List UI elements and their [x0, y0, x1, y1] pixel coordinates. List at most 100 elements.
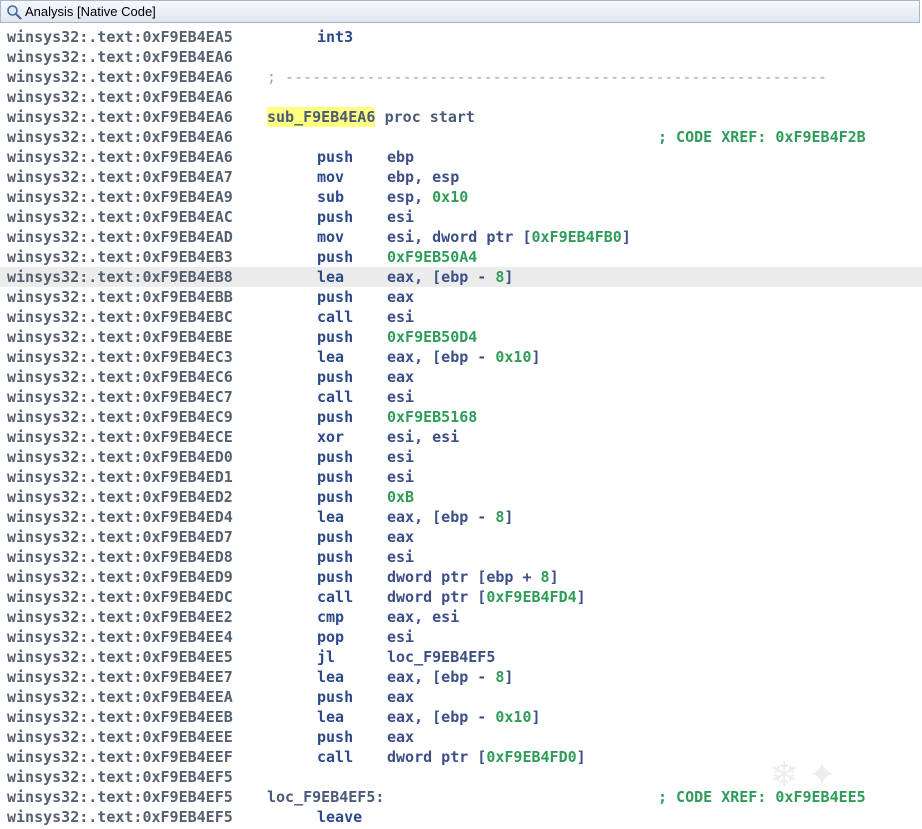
listing-row[interactable]: winsys32:.text:0xF9EB4EA5 int3	[0, 27, 922, 47]
listing-row[interactable]: winsys32:.text:0xF9EB4EC7 call esi	[0, 387, 922, 407]
listing-row[interactable]: winsys32:.text:0xF9EB4ED4 lea eax, [ebp - …	[0, 507, 922, 527]
operand-number[interactable]: 0xF9EB50D4	[387, 328, 477, 346]
instruction-mnemonic[interactable]: push	[317, 247, 353, 267]
operand-number[interactable]: 0xB	[387, 488, 414, 506]
instruction-operands[interactable]: esi	[387, 447, 414, 467]
row-address[interactable]: winsys32:.text:0xF9EB4EA6	[7, 47, 233, 67]
listing-row[interactable]: winsys32:.text:0xF9EB4EEB lea eax, [ebp - …	[0, 707, 922, 727]
instruction-mnemonic[interactable]: lea	[317, 707, 344, 727]
row-address[interactable]: winsys32:.text:0xF9EB4ED7	[7, 527, 233, 547]
instruction-mnemonic[interactable]: push	[317, 727, 353, 747]
instruction-mnemonic[interactable]: push	[317, 467, 353, 487]
instruction-mnemonic[interactable]: push	[317, 147, 353, 167]
listing-row[interactable]: winsys32:.text:0xF9EB4EDC call dword ptr […	[0, 587, 922, 607]
listing-row[interactable]: winsys32:.text:0xF9EB4EE4 pop esi	[0, 627, 922, 647]
instruction-mnemonic[interactable]: int3	[317, 27, 353, 47]
listing-row[interactable]: winsys32:.text:0xF9EB4EE5 jl loc_F9EB4EF5	[0, 647, 922, 667]
row-address[interactable]: winsys32:.text:0xF9EB4EC6	[7, 367, 233, 387]
row-address[interactable]: winsys32:.text:0xF9EB4EF5	[7, 787, 233, 807]
row-address[interactable]: winsys32:.text:0xF9EB4EF5	[7, 807, 233, 827]
operand-number[interactable]: 0xF9EB4FD0	[486, 748, 576, 766]
instruction-mnemonic[interactable]: sub	[317, 187, 344, 207]
code-label[interactable]: sub_F9EB4EA6	[267, 107, 376, 127]
listing-row[interactable]: winsys32:.text:0xF9EB4EA6	[0, 87, 922, 107]
disassembly-listing[interactable]: winsys32:.text:0xF9EB4EA5 int3 winsys32:.t…	[0, 27, 922, 829]
listing-row[interactable]: winsys32:.text:0xF9EB4EF5 leave	[0, 807, 922, 827]
listing-row[interactable]: winsys32:.text:0xF9EB4EEF call dword ptr […	[0, 747, 922, 767]
instruction-mnemonic[interactable]: leave	[317, 807, 362, 827]
instruction-operands[interactable]: esi	[387, 387, 414, 407]
listing-row[interactable]: winsys32:.text:0xF9EB4EE7 lea eax, [ebp - …	[0, 667, 922, 687]
instruction-operands[interactable]: eax, esi	[387, 607, 459, 627]
instruction-operands[interactable]: dword ptr [0xF9EB4FD0]	[387, 747, 586, 767]
instruction-mnemonic[interactable]: push	[317, 367, 353, 387]
row-address[interactable]: winsys32:.text:0xF9EB4EA6	[7, 87, 233, 107]
instruction-operands[interactable]: eax	[387, 527, 414, 547]
listing-row[interactable]: winsys32:.text:0xF9EB4EBC call esi	[0, 307, 922, 327]
operand-number[interactable]: 0x10	[495, 348, 531, 366]
instruction-operands[interactable]: eax, [ebp - 8]	[387, 667, 513, 687]
row-address[interactable]: winsys32:.text:0xF9EB4EEE	[7, 727, 233, 747]
instruction-mnemonic[interactable]: mov	[317, 167, 344, 187]
instruction-mnemonic[interactable]: push	[317, 567, 353, 587]
xref-comment[interactable]: ; CODE XREF: 0xF9EB4F2B	[658, 127, 866, 147]
listing-row[interactable]: winsys32:.text:0xF9EB4ED2 push 0xB	[0, 487, 922, 507]
row-address[interactable]: winsys32:.text:0xF9EB4EBC	[7, 307, 233, 327]
instruction-operands[interactable]: ebp	[387, 147, 414, 167]
instruction-mnemonic[interactable]: lea	[317, 267, 344, 287]
row-address[interactable]: winsys32:.text:0xF9EB4EAC	[7, 207, 233, 227]
operand-number[interactable]: 0x10	[495, 708, 531, 726]
listing-row[interactable]: winsys32:.text:0xF9EB4EBB push eax	[0, 287, 922, 307]
instruction-operands[interactable]: 0xF9EB5168	[387, 407, 477, 427]
instruction-mnemonic[interactable]: push	[317, 287, 353, 307]
listing-row[interactable]: winsys32:.text:0xF9EB4EB8 lea eax, [ebp - …	[0, 267, 922, 287]
instruction-mnemonic[interactable]: call	[317, 587, 353, 607]
instruction-operands[interactable]: esi	[387, 467, 414, 487]
instruction-operands[interactable]: eax	[387, 687, 414, 707]
instruction-operands[interactable]: dword ptr [ebp + 8]	[387, 567, 559, 587]
row-address[interactable]: winsys32:.text:0xF9EB4EA6	[7, 107, 233, 127]
listing-row[interactable]: winsys32:.text:0xF9EB4EF5	[0, 767, 922, 787]
row-address[interactable]: winsys32:.text:0xF9EB4ED8	[7, 547, 233, 567]
row-address[interactable]: winsys32:.text:0xF9EB4EA7	[7, 167, 233, 187]
instruction-operands[interactable]: esi, dword ptr [0xF9EB4FB0]	[387, 227, 631, 247]
instruction-mnemonic[interactable]: jl	[317, 647, 335, 667]
instruction-mnemonic[interactable]: push	[317, 487, 353, 507]
instruction-mnemonic[interactable]: cmp	[317, 607, 344, 627]
operand-number[interactable]: 0xF9EB5168	[387, 408, 477, 426]
instruction-operands[interactable]: 0xF9EB50D4	[387, 327, 477, 347]
listing-row[interactable]: winsys32:.text:0xF9EB4EA6 ; -------------…	[0, 67, 922, 87]
instruction-operands[interactable]: eax	[387, 727, 414, 747]
instruction-mnemonic[interactable]: lea	[317, 507, 344, 527]
operand-number[interactable]: 0xF9EB50A4	[387, 248, 477, 266]
listing-row[interactable]: winsys32:.text:0xF9EB4EC3 lea eax, [ebp - …	[0, 347, 922, 367]
row-address[interactable]: winsys32:.text:0xF9EB4EA6	[7, 67, 233, 87]
row-address[interactable]: winsys32:.text:0xF9EB4EE7	[7, 667, 233, 687]
row-address[interactable]: winsys32:.text:0xF9EB4EF5	[7, 767, 233, 787]
row-address[interactable]: winsys32:.text:0xF9EB4EE5	[7, 647, 233, 667]
listing-row[interactable]: winsys32:.text:0xF9EB4ED8 push esi	[0, 547, 922, 567]
operand-number[interactable]: 0xF9EB4FB0	[532, 228, 622, 246]
instruction-mnemonic[interactable]: push	[317, 547, 353, 567]
instruction-mnemonic[interactable]: pop	[317, 627, 344, 647]
instruction-operands[interactable]: eax	[387, 287, 414, 307]
listing-row[interactable]: winsys32:.text:0xF9EB4EA6 sub_F9EB4EA6 pr…	[0, 107, 922, 127]
listing-row[interactable]: winsys32:.text:0xF9EB4EA7 mov ebp, esp	[0, 167, 922, 187]
instruction-operands[interactable]: esp, 0x10	[387, 187, 468, 207]
instruction-operands[interactable]: eax	[387, 367, 414, 387]
row-address[interactable]: winsys32:.text:0xF9EB4EE4	[7, 627, 233, 647]
instruction-operands[interactable]: ebp, esp	[387, 167, 459, 187]
row-address[interactable]: winsys32:.text:0xF9EB4ED2	[7, 487, 233, 507]
instruction-operands[interactable]: dword ptr [0xF9EB4FD4]	[387, 587, 586, 607]
listing-row[interactable]: winsys32:.text:0xF9EB4EEE push eax	[0, 727, 922, 747]
row-address[interactable]: winsys32:.text:0xF9EB4EEB	[7, 707, 233, 727]
row-address[interactable]: winsys32:.text:0xF9EB4EC7	[7, 387, 233, 407]
operand-number[interactable]: 8	[541, 568, 550, 586]
listing-row[interactable]: winsys32:.text:0xF9EB4EA6 ; CODE XREF: 0x…	[0, 127, 922, 147]
instruction-operands[interactable]: esi	[387, 627, 414, 647]
listing-row[interactable]: winsys32:.text:0xF9EB4EC9 push 0xF9EB5168	[0, 407, 922, 427]
instruction-operands[interactable]: eax, [ebp - 8]	[387, 267, 513, 287]
row-address[interactable]: winsys32:.text:0xF9EB4EC3	[7, 347, 233, 367]
row-address[interactable]: winsys32:.text:0xF9EB4EB3	[7, 247, 233, 267]
row-address[interactable]: winsys32:.text:0xF9EB4EA9	[7, 187, 233, 207]
